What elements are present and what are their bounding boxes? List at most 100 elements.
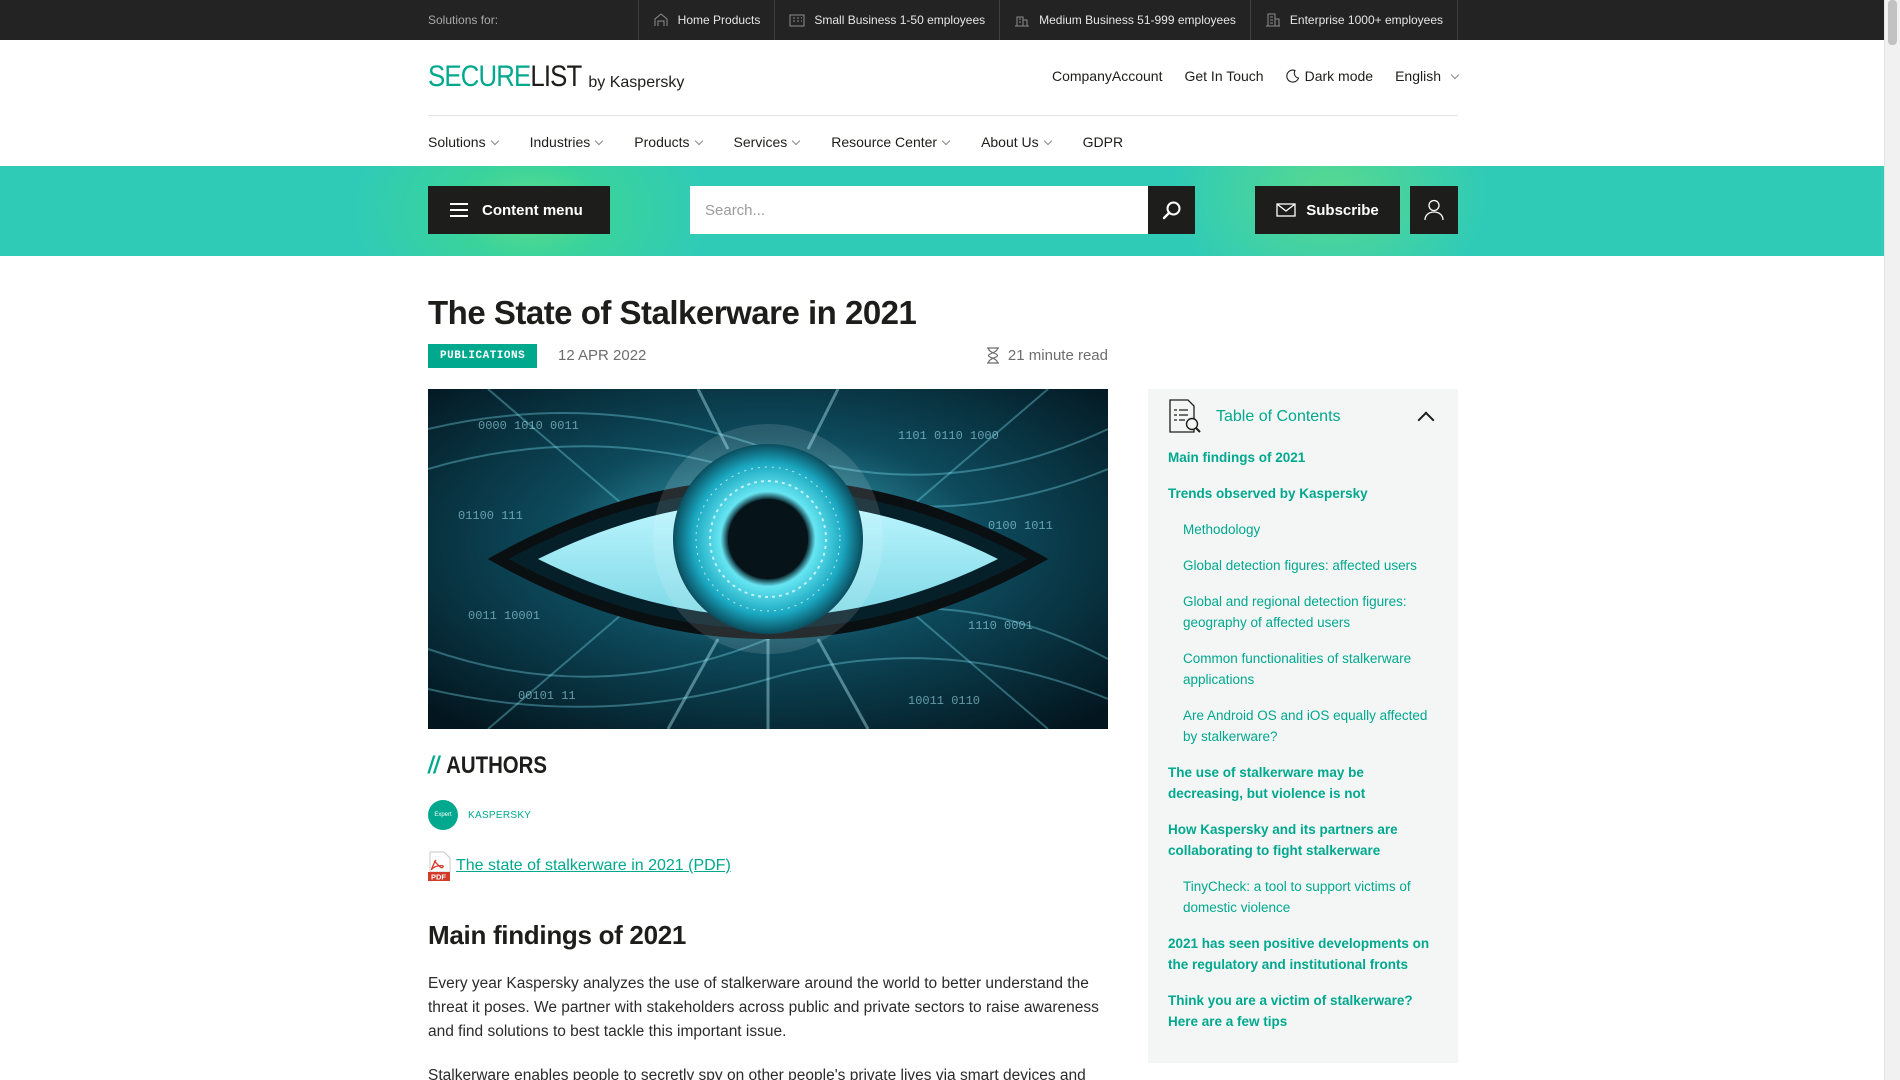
chevron-down-icon <box>595 136 604 145</box>
search-input[interactable] <box>690 186 1148 234</box>
moon-icon <box>1285 69 1299 83</box>
segment-home-products[interactable]: Home Products <box>637 0 775 40</box>
chevron-down-icon <box>490 136 499 145</box>
publish-date: 12 APR 2022 <box>558 347 647 364</box>
svg-text:0000 1010 0011: 0000 1010 0011 <box>478 419 579 433</box>
hourglass-icon <box>986 347 999 364</box>
home-icon <box>654 13 668 26</box>
nav-resource-center[interactable]: Resource Center <box>831 134 951 150</box>
svg-text:1110 0001: 1110 0001 <box>968 619 1033 633</box>
user-account-button[interactable] <box>1410 186 1458 234</box>
nav-label: Solutions <box>428 134 486 150</box>
segment-small-business[interactable]: Small Business 1-50 employees <box>774 0 999 40</box>
read-time-label: 21 minute read <box>1007 347 1108 364</box>
enterprise-icon <box>1265 13 1280 27</box>
toc-item[interactable]: Trends observed by Kaspersky <box>1168 483 1438 504</box>
dark-mode-toggle[interactable]: Dark mode <box>1285 68 1374 84</box>
toc-item[interactable]: Main findings of 2021 <box>1168 447 1438 468</box>
segment-enterprise[interactable]: Enterprise 1000+ employees <box>1249 0 1458 40</box>
author-entry[interactable]: Expert KASPERSKY <box>428 800 531 830</box>
toc-item[interactable]: The use of stalkerware may be decreasing… <box>1168 762 1438 804</box>
segment-medium-business[interactable]: Medium Business 51-999 employees <box>999 0 1250 40</box>
securelist-logo[interactable]: SECURELIST by Kaspersky <box>428 62 684 92</box>
author-avatar: Expert <box>428 800 458 830</box>
language-selector[interactable]: English <box>1395 68 1460 84</box>
content-menu-button[interactable]: Content menu <box>428 186 610 234</box>
mail-icon <box>1276 203 1296 217</box>
toc-header[interactable]: Table of Contents <box>1168 397 1438 437</box>
get-in-touch-link[interactable]: Get In Touch <box>1184 68 1263 84</box>
nav-label: Industries <box>529 134 591 150</box>
pdf-badge-text: PDF <box>431 873 446 882</box>
authors-heading-text: AUTHORS <box>446 752 548 779</box>
svg-text:01100 111: 01100 111 <box>458 509 523 523</box>
page-scrollbar[interactable] <box>1884 0 1900 1080</box>
toc-item[interactable]: Common functionalities of stalkerware ap… <box>1168 648 1438 690</box>
svg-text:10011 0110: 10011 0110 <box>908 694 980 708</box>
nav-services[interactable]: Services <box>734 134 801 150</box>
category-tag[interactable]: PUBLICATIONS <box>428 344 538 368</box>
nav-industries[interactable]: Industries <box>529 134 604 150</box>
table-of-contents: Table of Contents Main findings of 2021 … <box>1148 389 1458 1063</box>
authors-heading: // AUTHORS <box>428 752 547 780</box>
toc-item[interactable]: Think you are a victim of stalkerware? H… <box>1168 990 1438 1032</box>
nav-products[interactable]: Products <box>634 134 703 150</box>
logo-secure: SECURE <box>428 60 531 93</box>
author-name: KASPERSKY <box>468 809 532 821</box>
toc-item[interactable]: TinyCheck: a tool to support victims of … <box>1168 876 1438 918</box>
subscribe-label: Subscribe <box>1306 201 1379 219</box>
language-label: English <box>1395 68 1441 84</box>
medium-business-icon <box>1015 16 1030 27</box>
segment-label: Enterprise 1000+ employees <box>1289 13 1443 27</box>
solutions-for-label: Solutions for: <box>428 13 499 27</box>
nav-about-us[interactable]: About Us <box>981 134 1052 150</box>
search-button[interactable] <box>1148 186 1195 234</box>
nav-gdpr[interactable]: GDPR <box>1083 134 1123 150</box>
toc-item[interactable]: How Kaspersky and its partners are colla… <box>1168 819 1438 861</box>
subscribe-button[interactable]: Subscribe <box>1255 186 1400 234</box>
chevron-down-icon <box>1450 70 1460 79</box>
segment-label: Home Products <box>677 13 761 27</box>
user-icon <box>1424 199 1444 221</box>
toc-item[interactable]: 2021 has seen positive developments on t… <box>1168 933 1438 975</box>
svg-text:00101 11: 00101 11 <box>518 689 576 703</box>
chevron-down-icon <box>694 136 703 145</box>
nav-solutions[interactable]: Solutions <box>428 134 499 150</box>
pdf-file-icon: PDF <box>428 851 451 882</box>
authors-slashes: // <box>428 752 440 779</box>
toc-title: Table of Contents <box>1216 408 1341 425</box>
chevron-up-icon[interactable] <box>1417 411 1435 429</box>
main-nav: Solutions Industries Products Services R… <box>428 117 1123 167</box>
dark-mode-label: Dark mode <box>1304 68 1374 84</box>
toc-item[interactable]: Global detection figures: affected users <box>1168 555 1438 576</box>
company-account-link[interactable]: CompanyAccount <box>1052 68 1163 84</box>
logo-list: LIST <box>530 60 582 93</box>
scrollbar-thumb[interactable] <box>1888 0 1897 45</box>
logo-byline: by Kaspersky <box>588 74 685 91</box>
chevron-down-icon <box>941 136 951 145</box>
logo-wordmark: SECURELIST <box>428 60 582 93</box>
body-paragraph: Stalkerware enables people to secretly s… <box>428 1067 1086 1080</box>
toc-item[interactable]: Methodology <box>1168 519 1438 540</box>
header-links: CompanyAccount Get In Touch Dark mode En… <box>1052 68 1460 84</box>
solutions-bar: Solutions for: Home Products Small Busin… <box>0 0 1884 40</box>
pdf-report-link[interactable]: The state of stalkerware in 2021 (PDF) <box>456 857 731 875</box>
chevron-down-icon <box>1043 136 1052 145</box>
toc-item[interactable]: Global and regional detection figures: g… <box>1168 591 1438 633</box>
article-title: The State of Stalkerware in 2021 <box>428 294 917 331</box>
document-search-icon <box>1169 399 1201 433</box>
search-icon <box>1162 201 1180 220</box>
small-business-icon <box>789 14 805 27</box>
hamburger-icon <box>450 203 468 217</box>
nav-label: GDPR <box>1082 134 1124 150</box>
body-paragraph: Every year Kaspersky analyzes the use of… <box>428 975 1099 1040</box>
segment-label: Medium Business 51-999 employees <box>1039 13 1236 27</box>
solutions-segments: Home Products Small Business 1-50 employ… <box>637 0 1458 40</box>
nav-label: Resource Center <box>831 134 938 150</box>
svg-text:0011 10001: 0011 10001 <box>468 609 540 623</box>
cyber-eye-illustration: 0000 1010 0011 1101 0110 1000 01100 111 … <box>428 389 1108 729</box>
read-time: 21 minute read <box>986 347 1108 364</box>
chevron-down-icon <box>791 136 801 145</box>
svg-text:1101 0110 1000: 1101 0110 1000 <box>898 429 999 443</box>
toc-item[interactable]: Are Android OS and iOS equally affected … <box>1168 705 1438 747</box>
